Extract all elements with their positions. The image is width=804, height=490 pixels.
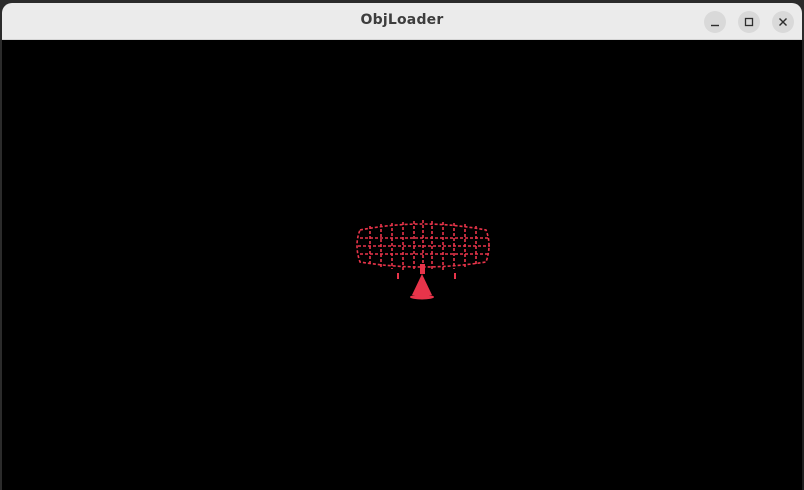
maximize-icon: [744, 17, 754, 27]
title-bar[interactable]: ObjLoader: [2, 3, 802, 40]
minimize-icon: [711, 24, 719, 27]
close-icon: [779, 18, 787, 26]
scene-canvas: [356, 220, 490, 300]
window-title: ObjLoader: [360, 12, 444, 28]
model-base: [397, 264, 456, 300]
render-viewport[interactable]: [2, 40, 802, 490]
close-button[interactable]: [772, 11, 794, 33]
maximize-button[interactable]: [738, 11, 760, 33]
base-stem: [420, 264, 425, 274]
app-window: ObjLoader: [0, 0, 804, 490]
minimize-button[interactable]: [704, 11, 726, 33]
base-foot: [410, 294, 434, 300]
base-left-mark: [397, 273, 399, 279]
base-cone: [412, 274, 432, 295]
base-right-mark: [454, 273, 456, 279]
